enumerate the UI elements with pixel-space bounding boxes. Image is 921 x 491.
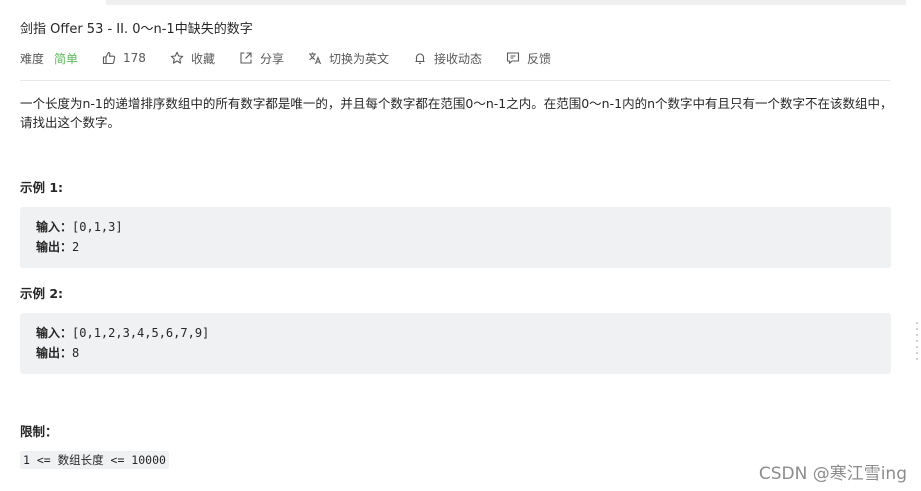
feedback-button[interactable]: 反馈	[506, 50, 551, 67]
output-key: 输出：	[36, 240, 73, 254]
example-2-heading: 示例 2:	[20, 286, 64, 301]
problem-description: 一个长度为n-1的递增排序数组中的所有数字都是唯一的，并且每个数字都在范围0～n…	[20, 96, 893, 130]
like-count: 178	[123, 51, 146, 65]
example-2-input: 输入：[0,1,2,3,4,5,6,7,9]	[36, 325, 209, 341]
watermark: CSDN @寒江雪ing	[758, 464, 907, 484]
example-1-input: 输入：[0,1,3]	[36, 219, 123, 235]
problem-page: 剑指 Offer 53 - II. 0～n-1中缺失的数字 难度 简单 178 …	[0, 0, 921, 491]
translate-button[interactable]: 切换为英文	[308, 50, 389, 67]
bell-icon	[413, 51, 427, 65]
example-1-block: 输入：[0,1,3] 输出：2	[20, 207, 891, 268]
favorite-button[interactable]: 收藏	[170, 50, 215, 67]
star-icon	[170, 51, 184, 65]
thumbs-up-icon	[102, 51, 116, 65]
share-icon	[239, 51, 253, 65]
difficulty-label: 难度	[20, 51, 45, 66]
translate-label: 切换为英文	[328, 51, 389, 66]
notify-label: 接收动态	[433, 51, 482, 66]
example-1-output: 输出：2	[36, 239, 79, 255]
output-value: 8	[72, 346, 80, 360]
like-button[interactable]: 178	[102, 51, 146, 65]
example-1-heading: 示例 1:	[20, 180, 64, 195]
notify-button[interactable]: 接收动态	[413, 50, 482, 67]
input-value: [0,1,2,3,4,5,6,7,9]	[72, 326, 210, 340]
output-value: 2	[72, 240, 80, 254]
top-bar	[106, 0, 906, 5]
problem-title: 剑指 Offer 53 - II. 0～n-1中缺失的数字	[20, 22, 253, 37]
share-button[interactable]: 分享	[239, 50, 284, 67]
difficulty-value: 简单	[54, 51, 79, 66]
scroll-handle[interactable]	[915, 320, 919, 364]
example-2-output: 输出：8	[36, 345, 79, 361]
example-2-block: 输入：[0,1,2,3,4,5,6,7,9] 输出：8	[20, 313, 891, 374]
input-value: [0,1,3]	[72, 220, 123, 234]
translate-icon	[308, 51, 322, 65]
output-key: 输出：	[36, 346, 73, 360]
problem-meta-bar: 难度 简单 178 收藏 分享 切换为英文 接收动态 反馈	[20, 48, 575, 68]
meta-divider	[20, 80, 890, 81]
feedback-label: 反馈	[527, 51, 552, 66]
favorite-label: 收藏	[190, 51, 215, 66]
share-label: 分享	[259, 51, 284, 66]
constraints-heading: 限制：	[20, 424, 58, 439]
input-key: 输入：	[36, 220, 73, 234]
difficulty: 难度 简单	[20, 50, 78, 67]
constraint-item: 1 <= 数组长度 <= 10000	[20, 451, 169, 469]
input-key: 输入：	[36, 326, 73, 340]
feedback-icon	[506, 51, 520, 65]
